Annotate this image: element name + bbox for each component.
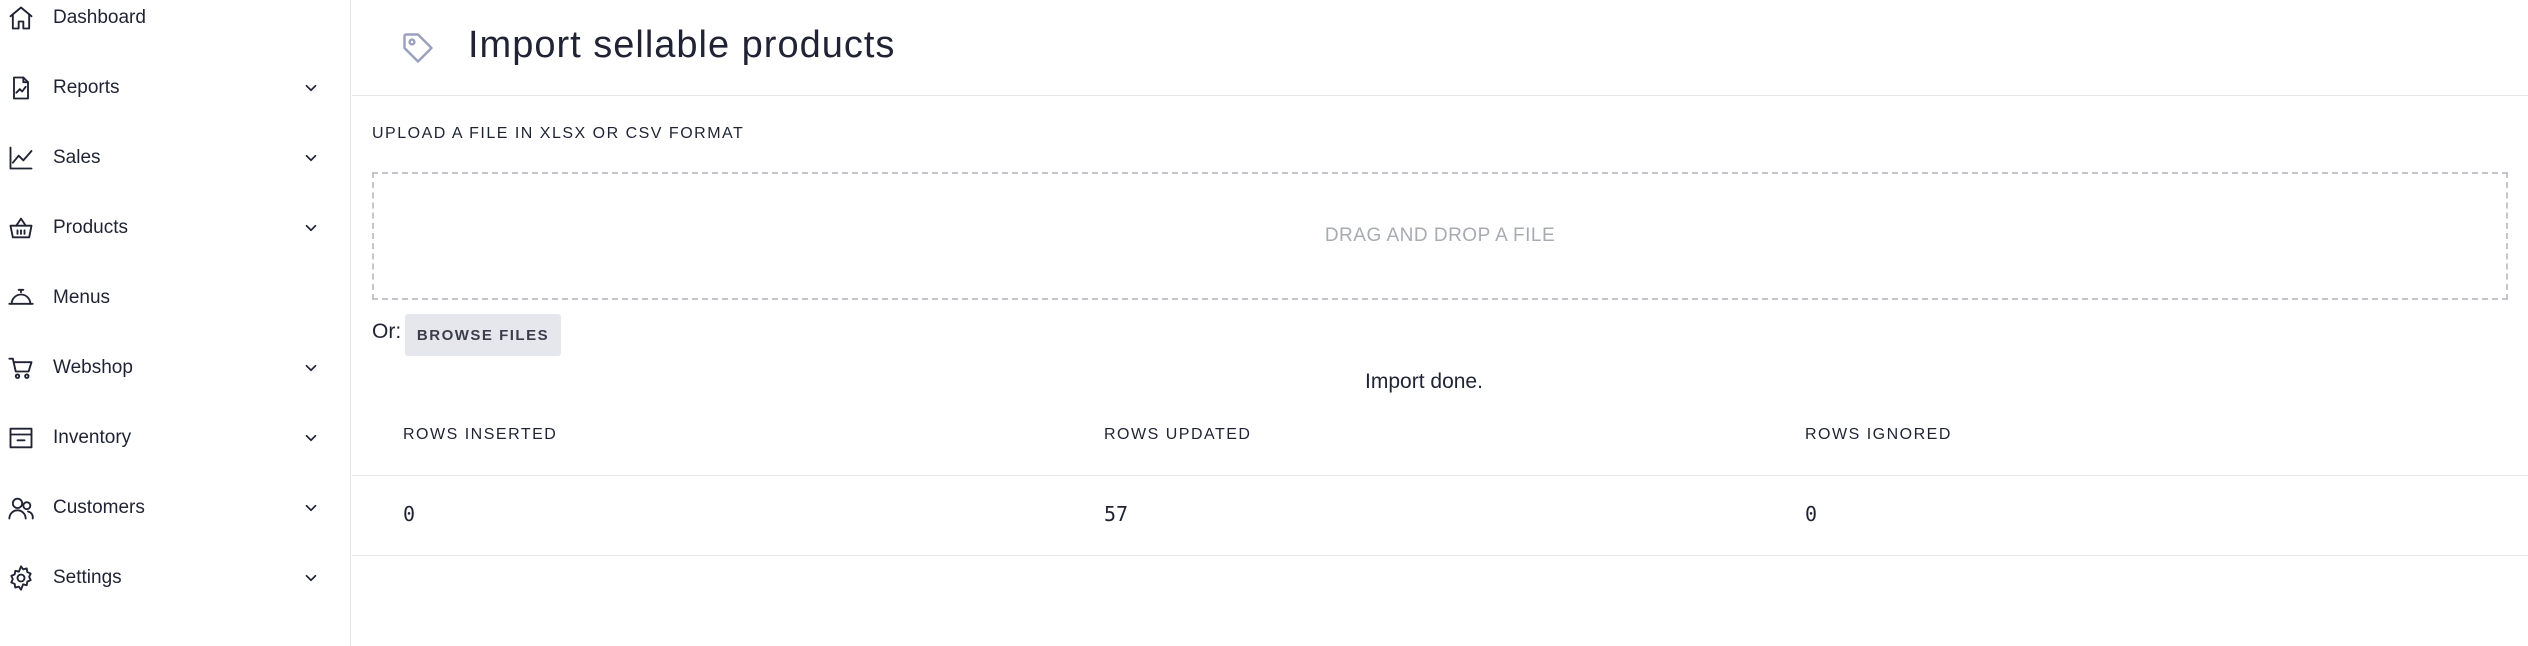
chevron-down-icon[interactable] [300, 497, 322, 519]
users-icon [6, 493, 36, 523]
line-chart-icon [6, 143, 36, 173]
sidebar-item-menus[interactable]: Menus [0, 274, 350, 322]
sidebar-item-settings[interactable]: Settings [0, 554, 350, 602]
main-content: Import sellable products UPLOAD A FILE I… [352, 0, 2528, 646]
sidebar-item-label: Products [53, 217, 128, 238]
sidebar-item-customers[interactable]: Customers [0, 484, 350, 532]
store-icon [6, 423, 36, 453]
table-header-row: ROWS INSERTED ROWS UPDATED ROWS IGNORED [352, 410, 2528, 476]
sidebar-item-label: Customers [53, 497, 145, 518]
column-header-rows-inserted: ROWS INSERTED [403, 426, 558, 443]
sidebar-item-sales[interactable]: Sales [0, 134, 350, 182]
rows-ignored-value: 0 [1805, 502, 1818, 526]
column-header-rows-updated: ROWS UPDATED [1104, 426, 1252, 443]
chevron-down-icon[interactable] [300, 77, 322, 99]
sidebar-item-label: Inventory [53, 427, 132, 448]
table-row: 0 57 0 [352, 476, 2528, 556]
dropzone-text: DRAG AND DROP A FILE [1324, 225, 1556, 246]
tag-icon [400, 30, 436, 66]
file-dropzone[interactable]: DRAG AND DROP A FILE [372, 172, 2508, 300]
rows-updated-value: 57 [1104, 502, 1129, 526]
or-label: Or: [372, 320, 402, 343]
basket-icon [6, 213, 36, 243]
cloche-icon [6, 283, 36, 313]
sidebar-item-inventory[interactable]: Inventory [0, 414, 350, 462]
gear-icon [6, 563, 36, 593]
browse-files-button[interactable]: BROWSE FILES [405, 314, 561, 356]
status-message: Import done. [1365, 370, 1483, 393]
page-title: Import sellable products [468, 24, 896, 66]
sidebar-item-label: Sales [53, 147, 101, 168]
home-icon [6, 3, 36, 33]
upload-label: UPLOAD A FILE IN XLSX OR CSV FORMAT [372, 125, 745, 142]
sidebar-item-reports[interactable]: Reports [0, 64, 350, 112]
app-window: Dashboard Reports Sales Products Menus W… [0, 0, 2528, 646]
chevron-down-icon[interactable] [300, 567, 322, 589]
chevron-down-icon[interactable] [300, 357, 322, 379]
sidebar-item-label: Menus [53, 287, 111, 308]
sidebar-item-webshop[interactable]: Webshop [0, 344, 350, 392]
sidebar-item-products[interactable]: Products [0, 204, 350, 252]
sidebar-item-label: Reports [53, 77, 120, 98]
sidebar-item-label: Settings [53, 567, 122, 588]
sidebar: Dashboard Reports Sales Products Menus W… [0, 0, 351, 646]
chevron-down-icon[interactable] [300, 217, 322, 239]
report-icon [6, 73, 36, 103]
page-header: Import sellable products [352, 0, 2528, 96]
rows-inserted-value: 0 [403, 502, 416, 526]
chevron-down-icon[interactable] [300, 147, 322, 169]
sidebar-item-dashboard[interactable]: Dashboard [0, 0, 350, 42]
sidebar-item-label: Dashboard [53, 7, 146, 28]
cart-icon [6, 353, 36, 383]
chevron-down-icon[interactable] [300, 427, 322, 449]
sidebar-item-label: Webshop [53, 357, 133, 378]
column-header-rows-ignored: ROWS IGNORED [1805, 426, 1952, 443]
